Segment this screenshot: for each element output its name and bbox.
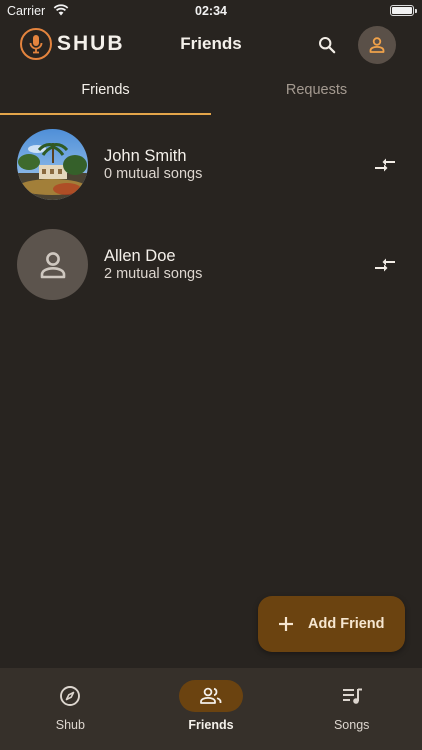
nav-item-songs[interactable]: Songs [281, 668, 422, 750]
friend-list: John Smith 0 mutual songs Allen Doe 2 mu… [0, 118, 422, 318]
avatar-photo [17, 129, 88, 200]
friend-row[interactable]: Allen Doe 2 mutual songs [0, 218, 422, 318]
search-button[interactable] [315, 33, 339, 57]
mutual-songs-count: 2 mutual songs [104, 266, 203, 282]
compare-arrows-icon [375, 258, 395, 272]
status-bar: Carrier 02:34 [0, 0, 422, 22]
tab-bar: Friends Requests [0, 72, 422, 116]
profile-button[interactable] [358, 26, 396, 64]
compare-arrows-icon [375, 158, 395, 172]
compass-icon [60, 686, 81, 706]
nav-item-shub[interactable]: Shub [0, 668, 141, 750]
compare-button[interactable] [372, 252, 398, 278]
plus-icon [279, 617, 293, 631]
nav-label: Songs [333, 718, 370, 732]
tab-friends[interactable]: Friends [0, 72, 211, 116]
avatar-default [17, 229, 88, 300]
logo-text: SHUB [57, 32, 125, 55]
nav-pill [320, 680, 384, 712]
people-icon [200, 687, 222, 704]
nav-label: Friends [188, 718, 234, 732]
bottom-navigation: Shub Friends Songs [0, 668, 422, 750]
compare-button[interactable] [372, 152, 398, 178]
app-header: SHUB Friends [0, 22, 422, 68]
queue-music-icon [342, 688, 362, 704]
tab-requests[interactable]: Requests [211, 72, 422, 116]
person-icon [40, 251, 65, 278]
friend-row[interactable]: John Smith 0 mutual songs [0, 118, 422, 218]
friend-name: Allen Doe [104, 247, 176, 265]
mutual-songs-count: 0 mutual songs [104, 166, 203, 182]
search-icon [319, 37, 336, 54]
nav-pill [38, 680, 102, 712]
add-friend-label: Add Friend [308, 616, 385, 632]
battery-icon [390, 5, 414, 16]
nav-item-friends[interactable]: Friends [141, 668, 282, 750]
nav-label: Shub [55, 718, 85, 732]
friend-name: John Smith [104, 147, 187, 165]
microphone-icon [20, 28, 52, 60]
battery-tip [415, 9, 417, 13]
nav-pill [179, 680, 243, 712]
person-icon [369, 37, 385, 53]
app-logo[interactable]: SHUB [20, 27, 125, 61]
add-friend-button[interactable]: Add Friend [258, 596, 405, 652]
clock: 02:34 [195, 4, 227, 18]
